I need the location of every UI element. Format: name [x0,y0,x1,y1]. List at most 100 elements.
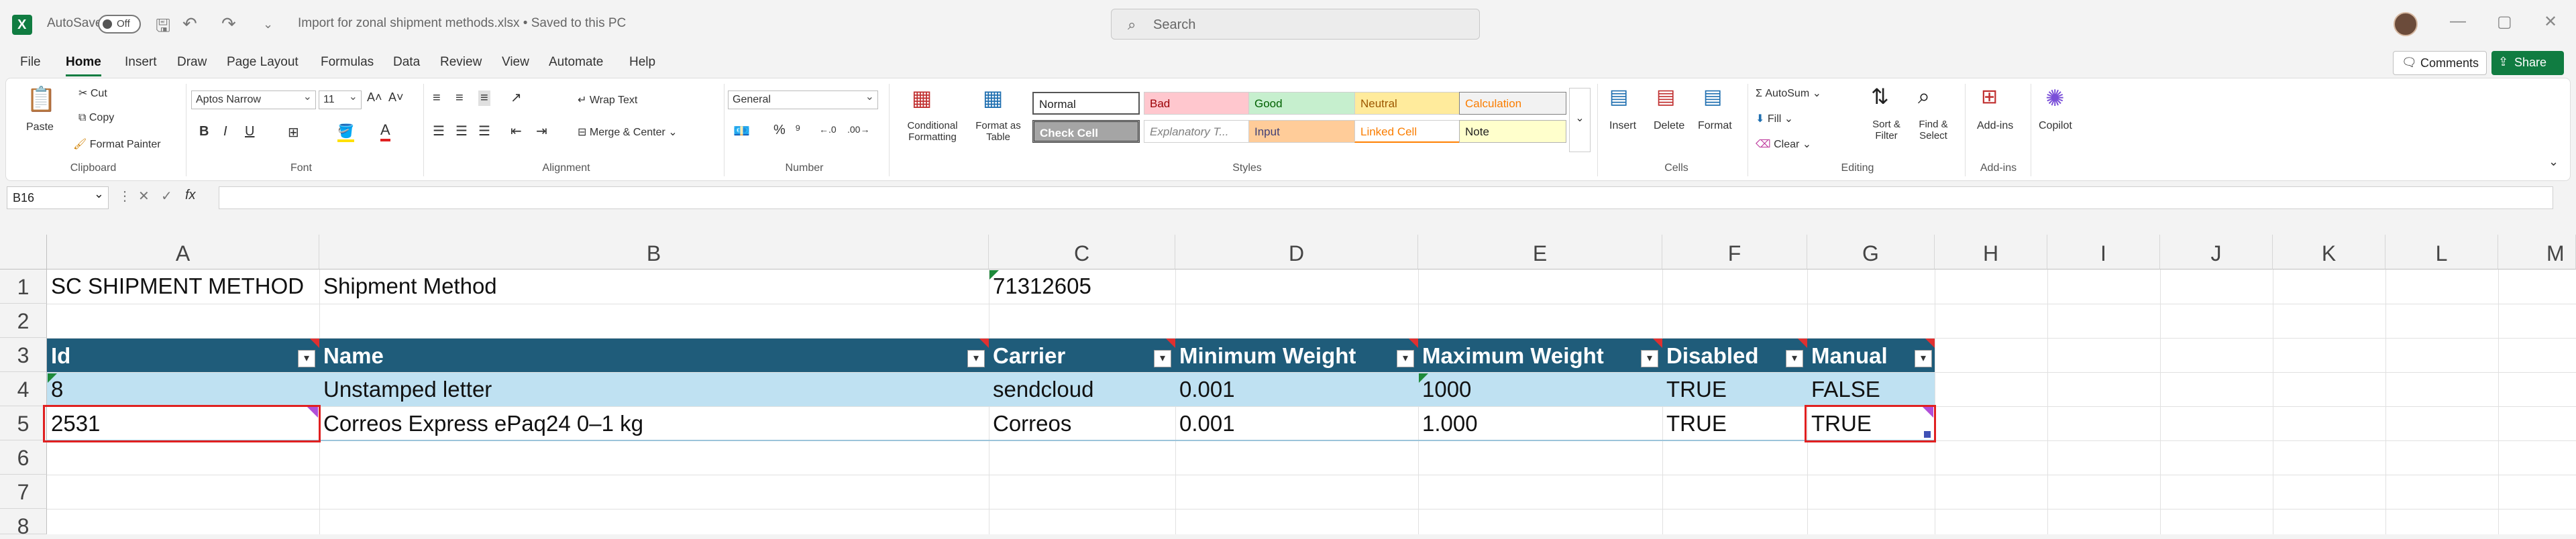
increase-font-icon[interactable]: A˄ [367,91,382,105]
formula-input[interactable] [219,186,2553,209]
font-name-combo[interactable]: Aptos Narrow [191,90,316,109]
style-note[interactable]: Note [1459,120,1566,143]
cell-f5[interactable]: TRUE [1662,411,1727,436]
cut-button[interactable]: ✂ Cut [78,86,107,100]
table-header-min-weight[interactable]: Minimum Weight [1175,343,1356,369]
cell-c5[interactable]: Correos [989,411,1071,436]
increase-decimal-icon[interactable]: ←.0 [819,124,837,135]
conditional-formatting-button[interactable]: Conditional Formatting [896,120,969,143]
insert-cells-icon[interactable]: ▤ [1609,85,1628,109]
minimize-icon[interactable]: — [2450,12,2466,31]
cell-a1[interactable]: SC SHIPMENT METHOD [47,274,319,299]
column-header-g[interactable]: G [1807,235,1935,270]
underline-button[interactable]: U [245,124,254,139]
row-header-6[interactable]: 6 [0,440,47,475]
name-box[interactable]: B16 [7,186,109,209]
increase-indent-icon[interactable]: ⇥ [536,123,547,139]
paste-button[interactable]: Paste [26,121,54,133]
column-header-a[interactable]: A [47,235,319,270]
enter-icon[interactable]: ✓ [161,188,172,204]
row-header-8[interactable]: 8 [0,509,47,538]
filter-dropdown-icon[interactable]: ▾ [1641,350,1658,367]
tab-data[interactable]: Data [393,55,420,70]
borders-icon[interactable]: ⊞ [288,124,299,141]
copilot-button[interactable]: Copilot [2039,120,2072,132]
format-cells-icon[interactable]: ▤ [1703,85,1722,109]
column-header-j[interactable]: J [2160,235,2273,270]
table-header-id[interactable]: Id [47,343,70,369]
undo-icon[interactable]: ↶ [182,13,197,34]
addins-button[interactable]: Add-ins [1977,120,2013,132]
filter-dropdown-icon[interactable]: ▾ [298,350,315,367]
format-cells-button[interactable]: Format [1698,120,1732,132]
decrease-font-icon[interactable]: A˅ [388,91,404,105]
delete-cells-button[interactable]: Delete [1654,120,1684,132]
table-header-name[interactable]: Name [319,343,384,369]
filter-dropdown-icon[interactable]: ▾ [1397,350,1414,367]
close-icon[interactable]: ✕ [2544,12,2557,32]
table-header-disabled[interactable]: Disabled [1662,343,1759,369]
cell-b4[interactable]: Unstamped letter [319,377,492,402]
align-middle-icon[interactable]: ≡ [455,91,464,106]
copy-button[interactable]: ⧉ Copy [78,112,114,124]
cell-e5[interactable]: 1.000 [1418,411,1478,436]
paste-icon[interactable]: 📋 [26,85,56,113]
style-good[interactable]: Good [1248,92,1356,115]
column-header-d[interactable]: D [1175,235,1418,270]
tab-page-layout[interactable]: Page Layout [227,55,299,70]
font-color-icon[interactable]: A [380,121,390,141]
sort-filter-icon[interactable]: ⇅ [1871,84,1889,109]
wrap-text-button[interactable]: ↵ Wrap Text [578,93,637,107]
tab-review[interactable]: Review [440,55,482,70]
save-icon[interactable]: 🖫 [156,13,170,43]
align-bottom-icon[interactable]: ≡ [478,91,490,106]
align-right-icon[interactable]: ☰ [478,123,490,139]
function-icon[interactable]: fx [185,188,196,203]
style-bad[interactable]: Bad [1144,92,1251,115]
font-size-combo[interactable]: 11 [319,90,362,109]
share-button[interactable]: ⇪ Share [2491,51,2564,75]
tab-help[interactable]: Help [629,55,655,70]
cell-c1[interactable]: 71312605 [989,274,1175,299]
select-all-corner[interactable] [0,235,47,270]
tab-formulas[interactable]: Formulas [321,55,374,70]
find-icon[interactable]: ⌕ [1918,84,1930,109]
style-input[interactable]: Input [1248,120,1356,143]
italic-button[interactable]: I [223,124,227,139]
insert-cells-button[interactable]: Insert [1609,120,1636,132]
cell-d4[interactable]: 0.001 [1175,377,1235,402]
find-select-button[interactable]: Find & Select [1910,119,1957,141]
format-as-table-button[interactable]: Format as Table [975,120,1022,143]
column-header-f[interactable]: F [1662,235,1807,270]
column-header-m[interactable]: M [2498,235,2576,270]
table-header-carrier[interactable]: Carrier [989,343,1065,369]
style-normal[interactable]: Normal [1032,92,1140,115]
row-header-7[interactable]: 7 [0,475,47,509]
merge-center-button[interactable]: ⊟ Merge & Center ⌄ [578,125,678,139]
tab-view[interactable]: View [502,55,529,70]
row-header-1[interactable]: 1 [0,270,47,304]
sort-filter-button[interactable]: Sort & Filter [1863,119,1910,141]
filter-dropdown-icon[interactable]: ▾ [967,350,985,367]
style-linked-cell[interactable]: Linked Cell [1354,120,1462,143]
fill-button[interactable]: ⬇ Fill ⌄ [1756,112,1793,125]
decrease-decimal-icon[interactable]: .00→ [847,124,869,135]
customize-qat-icon[interactable]: ⌄ [263,17,273,32]
align-top-icon[interactable]: ≡ [433,91,441,106]
delete-cells-icon[interactable]: ▤ [1656,85,1675,109]
bold-button[interactable]: B [199,124,209,139]
row-header-5[interactable]: 5 [0,406,47,440]
autosum-button[interactable]: Σ AutoSum ⌄ [1756,86,1821,100]
style-check-cell[interactable]: Check Cell [1032,120,1140,143]
column-header-b[interactable]: B [319,235,989,270]
row-header-2[interactable]: 2 [0,304,47,338]
style-calculation[interactable]: Calculation [1459,92,1566,115]
column-header-k[interactable]: K [2273,235,2385,270]
table-header-max-weight[interactable]: Maximum Weight [1418,343,1604,369]
filter-dropdown-icon[interactable]: ▾ [1154,350,1171,367]
column-header-c[interactable]: C [989,235,1175,270]
document-title[interactable]: Import for zonal shipment methods.xlsx •… [298,16,626,31]
cell-f4[interactable]: TRUE [1662,377,1727,402]
cell-b5[interactable]: Correos Express ePaq24 0–1 kg [319,411,643,436]
tab-automate[interactable]: Automate [549,55,603,70]
